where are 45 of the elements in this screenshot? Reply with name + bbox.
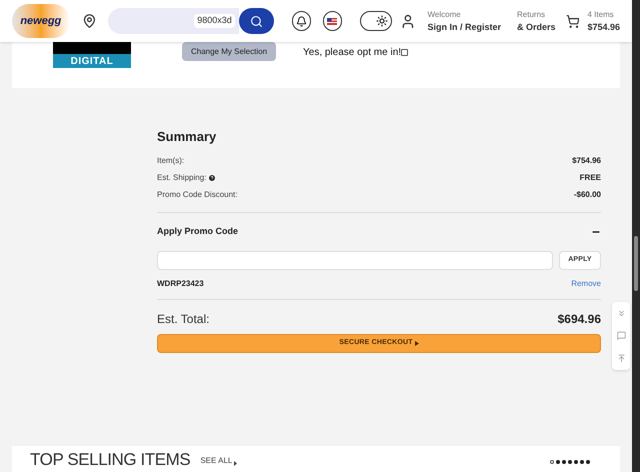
cart-total[interactable]: $754.96 <box>587 21 620 33</box>
total-label: Est. Total: <box>157 310 210 328</box>
returns-label: Returns <box>517 9 546 21</box>
welcome-label: Welcome <box>427 9 462 21</box>
summary-label: Promo Code Discount: <box>157 189 238 201</box>
sign-in-link[interactable]: Sign In / Register <box>427 21 501 33</box>
play-icon <box>414 340 419 346</box>
opt-in-checkbox[interactable] <box>401 49 408 56</box>
back-to-top-icon[interactable] <box>616 354 626 364</box>
remove-link[interactable]: Remove <box>571 278 601 290</box>
scrollbar[interactable] <box>632 0 640 472</box>
change-selection-button[interactable]: Change My Selection <box>182 42 276 61</box>
summary-label: Est. Shipping: <box>157 172 206 184</box>
cart-icon[interactable] <box>566 14 580 28</box>
cart-count: 4 Items <box>587 9 615 21</box>
summary-title: Summary <box>157 128 218 146</box>
notification-button[interactable] <box>292 11 311 31</box>
promo-code-field[interactable] <box>157 250 553 270</box>
play-icon <box>234 461 238 466</box>
flag-icon <box>327 18 338 24</box>
country-button[interactable] <box>322 11 342 31</box>
search-field[interactable]: 9800x3d <box>108 8 239 34</box>
orders-link[interactable]: & Orders <box>517 21 556 33</box>
location-pin-icon[interactable] <box>82 13 96 29</box>
logo[interactable]: newegg <box>12 4 70 38</box>
theme-toggle[interactable] <box>360 11 392 31</box>
summary-value: $754.96 <box>572 155 601 167</box>
summary-value: FREE <box>580 172 601 184</box>
feedback-icon[interactable] <box>616 331 626 340</box>
total-value: $694.96 <box>558 310 601 328</box>
chevrons-down-icon[interactable] <box>616 308 626 318</box>
user-icon[interactable] <box>400 12 416 30</box>
search-icon <box>250 14 263 28</box>
bell-icon <box>296 16 307 26</box>
see-all-link[interactable]: SEE ALL <box>200 455 232 467</box>
section-title: TOP SELLING ITEMS <box>30 450 190 470</box>
digital-logo: DIGITAL <box>53 42 131 68</box>
summary-label: Item(s): <box>157 155 184 167</box>
opt-in-label: Yes, please opt me in! <box>303 46 402 60</box>
sun-icon <box>376 15 388 27</box>
summary-value: -$60.00 <box>574 189 601 201</box>
search-button[interactable] <box>238 8 274 34</box>
promo-title: Apply Promo Code <box>157 224 238 238</box>
help-icon[interactable] <box>208 174 216 182</box>
promo-code: WDRP23423 <box>157 278 204 290</box>
